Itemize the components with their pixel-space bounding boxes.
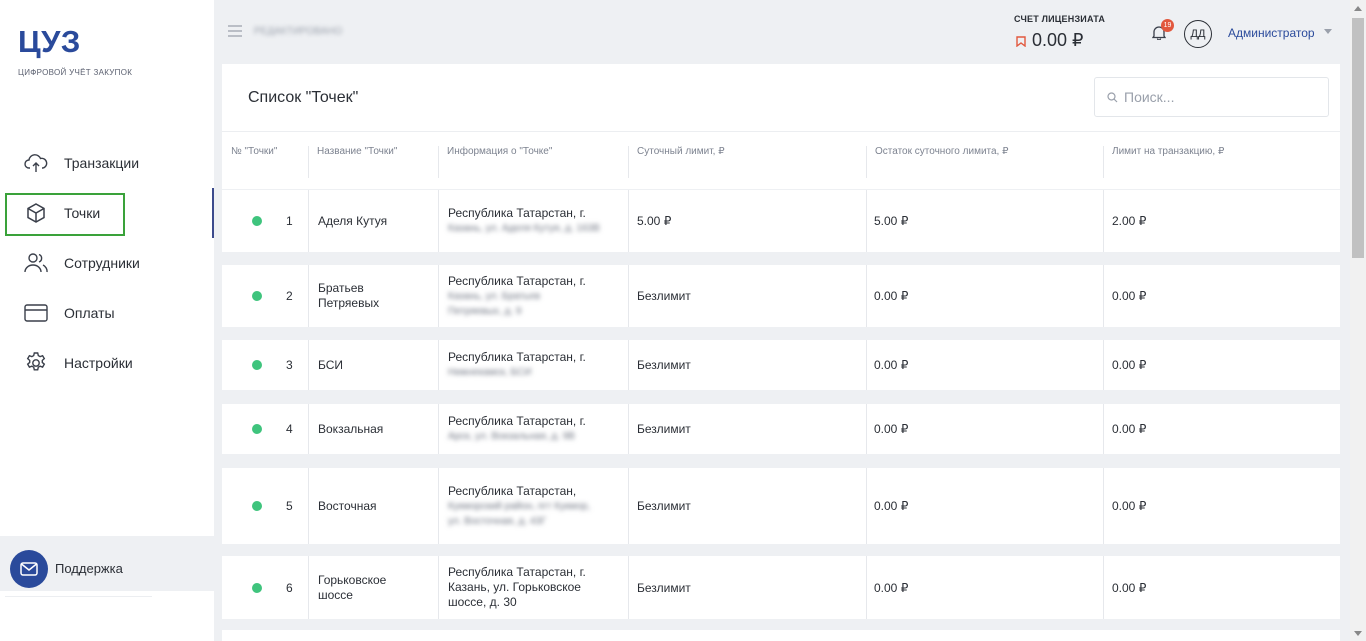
point-info: Республика Татарстан, Кукморский район, п… [438, 468, 628, 544]
status-dot [252, 556, 262, 619]
transaction-limit: 0.00 ₽ [1103, 468, 1340, 544]
scrollbar-thumb[interactable] [1352, 18, 1364, 258]
table-row[interactable]: 3 БСИ Республика Татарстан, г. Нижнекамск… [222, 340, 1340, 390]
table-row[interactable]: 2 Братьев Петряевых Республика Татарстан… [222, 265, 1340, 327]
point-info: Республика Татарстан, г. Казань, ул. Горь… [438, 556, 628, 619]
table-row[interactable]: 5 Восточная Республика Татарстан, Кукморс… [222, 468, 1340, 544]
status-dot [252, 468, 262, 544]
point-info: Республика Татарстан, г. Нижнекамск, БСИ [438, 340, 628, 390]
point-name: Братьев Петряевых [308, 265, 438, 327]
sidebar-footer [5, 596, 152, 641]
daily-limit-rest: 5.00 ₽ [866, 190, 1103, 252]
cloud-upload-icon [24, 151, 48, 175]
credit-card-icon [24, 301, 48, 325]
top-header: РЕДАКТИРОВАНО СЧЕТ ЛИЦЕНЗИАТА 0.00 ₽ 19 … [214, 0, 1350, 64]
point-info: Республика Татарстан, г. Казань, ул. Брат… [438, 265, 628, 327]
page-title: Список "Точек" [248, 89, 359, 106]
daily-limit-rest: 0.00 ₽ [866, 265, 1103, 327]
account-label: СЧЕТ ЛИЦЕНЗИАТА [1014, 14, 1106, 24]
sidebar-nav: Транзакции Точки Сотрудники Оплаты Настр… [0, 138, 214, 388]
table-row[interactable]: 1 Аделя Кутуя Республика Татарстан, г. Ка… [222, 190, 1340, 252]
table-row[interactable] [222, 630, 1340, 641]
sidebar-item-label: Сотрудники [64, 255, 140, 271]
daily-limit-rest: 0.00 ₽ [866, 468, 1103, 544]
status-dot [252, 404, 262, 454]
transaction-limit: 0.00 ₽ [1103, 340, 1340, 390]
transaction-limit: 0.00 ₽ [1103, 556, 1340, 619]
column-header[interactable]: Название "Точки" [308, 146, 397, 178]
sidebar-item-payments[interactable]: Оплаты [0, 288, 214, 338]
column-header[interactable]: Суточный лимит, ₽ [628, 146, 725, 178]
table-row[interactable]: 4 Вокзальная Республика Татарстан, г. Арс… [222, 404, 1340, 454]
app-logo[interactable]: ЦУЗ [18, 24, 81, 60]
point-name: Восточная [308, 468, 438, 544]
notification-badge: 19 [1161, 19, 1174, 32]
column-header[interactable]: Информация о "Точке" [438, 146, 552, 178]
column-header[interactable]: Остаток суточного лимита, ₽ [866, 146, 1008, 178]
search-input[interactable] [1124, 89, 1324, 105]
support-button[interactable] [10, 550, 48, 588]
sidebar-item-label: Транзакции [64, 155, 140, 171]
sidebar-item-employees[interactable]: Сотрудники [0, 238, 214, 288]
row-number: 4 [286, 422, 293, 436]
point-name: БСИ [308, 340, 438, 390]
user-menu[interactable]: Администратор [1228, 26, 1315, 40]
sidebar-item-label: Настройки [64, 355, 133, 371]
search-icon [1107, 91, 1118, 102]
column-header[interactable]: Лимит на транзакцию, ₽ [1103, 146, 1224, 178]
point-name: Вокзальная [308, 404, 438, 454]
app-logo-subtitle: ЦИФРОВОЙ УЧЁТ ЗАКУПОК [18, 68, 133, 77]
chevron-down-icon[interactable] [1324, 29, 1332, 34]
table-row[interactable]: 6 Горьковское шоссе Республика Татарстан… [222, 556, 1340, 619]
daily-limit-rest: 0.00 ₽ [866, 556, 1103, 619]
sidebar-item-label: Оплаты [64, 305, 115, 321]
status-dot [252, 190, 262, 252]
daily-limit: Безлимит [628, 265, 866, 327]
daily-limit-rest: 0.00 ₽ [866, 404, 1103, 454]
page-header-card: Список "Точек" [222, 64, 1340, 131]
transaction-limit: 2.00 ₽ [1103, 190, 1340, 252]
daily-limit: Безлимит [628, 340, 866, 390]
point-name: Горьковское шоссе [308, 556, 438, 619]
users-icon [24, 251, 48, 275]
status-dot [252, 265, 262, 327]
bookmark-icon [1016, 36, 1026, 47]
sidebar-item-settings[interactable]: Настройки [0, 338, 214, 388]
row-number: 5 [286, 499, 293, 513]
vertical-scrollbar[interactable] [1350, 0, 1366, 641]
selection-highlight [5, 193, 125, 236]
support-label[interactable]: Поддержка [55, 561, 123, 576]
gear-icon [24, 351, 48, 375]
avatar[interactable]: ДД [1184, 20, 1212, 48]
daily-limit: 5.00 ₽ [628, 190, 866, 252]
company-name: РЕДАКТИРОВАНО [254, 26, 343, 37]
account-balance: 0.00 ₽ [1032, 30, 1084, 50]
row-number: 2 [286, 289, 293, 303]
sidebar-item-points[interactable]: Точки [0, 188, 214, 238]
point-info: Республика Татарстан, г. Арск, ул. Вокзал… [438, 404, 628, 454]
column-header[interactable]: № "Точки" [222, 146, 277, 178]
transaction-limit: 0.00 ₽ [1103, 404, 1340, 454]
daily-limit-rest: 0.00 ₽ [866, 340, 1103, 390]
row-number: 6 [286, 580, 293, 595]
point-name: Аделя Кутуя [308, 190, 438, 252]
row-number: 3 [286, 358, 293, 372]
menu-icon[interactable] [228, 25, 242, 37]
status-dot [252, 340, 262, 390]
scroll-down-arrow-icon[interactable] [1354, 631, 1362, 636]
sidebar-item-transactions[interactable]: Транзакции [0, 138, 214, 188]
table-header: № "Точки" Название "Точки" Информация о … [222, 131, 1340, 189]
daily-limit: Безлимит [628, 556, 866, 619]
daily-limit: Безлимит [628, 404, 866, 454]
scroll-up-arrow-icon[interactable] [1354, 6, 1362, 11]
search-box [1094, 77, 1329, 117]
row-number: 1 [286, 214, 293, 228]
sidebar: ЦУЗ ЦИФРОВОЙ УЧЁТ ЗАКУПОК Транзакции Точ… [0, 0, 214, 641]
mail-icon [20, 562, 38, 576]
point-info: Республика Татарстан, г. Казань, ул. Адел… [438, 190, 628, 252]
daily-limit: Безлимит [628, 468, 866, 544]
transaction-limit: 0.00 ₽ [1103, 265, 1340, 327]
